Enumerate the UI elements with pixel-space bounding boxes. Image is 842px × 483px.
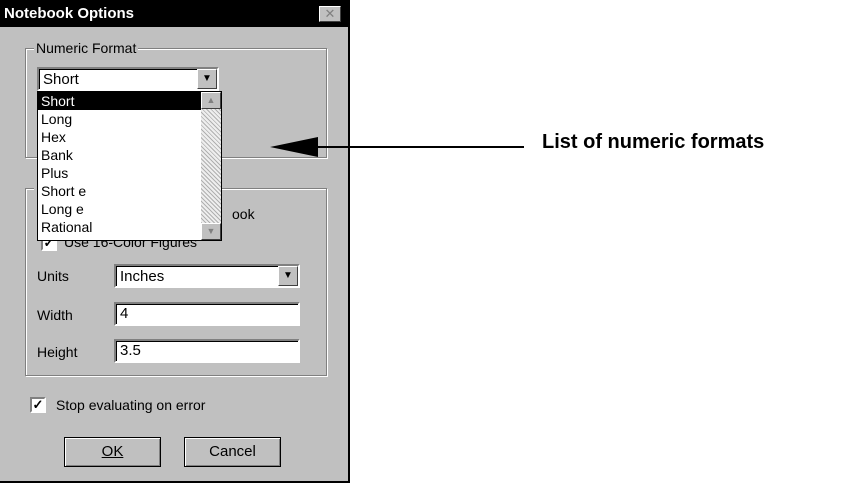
hidden-checkbox-label-fragment: ook	[232, 206, 255, 222]
close-icon[interactable]: ✕	[319, 6, 341, 22]
list-item[interactable]: Bank	[38, 146, 221, 164]
chevron-down-icon[interactable]: ▼	[278, 266, 298, 286]
stop-on-error-checkbox[interactable]: ✓	[30, 397, 46, 413]
numeric-format-combo[interactable]: Short ▼	[37, 67, 219, 91]
list-item[interactable]: Rational	[38, 218, 221, 236]
scroll-down-icon[interactable]: ▼	[201, 223, 221, 240]
units-combo[interactable]: Inches ▼	[114, 264, 300, 288]
list-item[interactable]: Short	[38, 92, 221, 110]
units-value: Inches	[120, 268, 165, 285]
width-label: Width	[37, 307, 73, 323]
notebook-options-dialog: Notebook Options ✕ Numeric Format Short …	[0, 0, 350, 483]
list-item[interactable]: Hex	[38, 128, 221, 146]
list-item[interactable]: Long e	[38, 200, 221, 218]
title-bar[interactable]: Notebook Options ✕	[0, 0, 348, 27]
width-field[interactable]: 4	[114, 302, 300, 326]
arrow-left-icon	[270, 137, 318, 157]
callout-text: List of numeric formats	[542, 131, 765, 153]
list-item[interactable]: Short e	[38, 182, 221, 200]
ok-button[interactable]: OK	[64, 437, 161, 467]
list-scrollbar[interactable]: ▲ ▼	[201, 92, 221, 240]
callout-line	[315, 146, 524, 148]
stop-on-error-label: Stop evaluating on error	[56, 397, 206, 413]
cancel-button[interactable]: Cancel	[184, 437, 281, 467]
numeric-format-group-label: Numeric Format	[34, 40, 139, 56]
numeric-format-value: Short	[43, 71, 79, 88]
list-item[interactable]: Long	[38, 110, 221, 128]
height-field[interactable]: 3.5	[114, 339, 300, 363]
scroll-up-icon[interactable]: ▲	[201, 92, 221, 109]
cancel-button-label: Cancel	[209, 443, 256, 460]
units-label: Units	[37, 268, 69, 284]
list-item[interactable]: Plus	[38, 164, 221, 182]
height-label: Height	[37, 344, 78, 360]
dialog-title: Notebook Options	[4, 5, 134, 22]
chevron-down-icon[interactable]: ▼	[197, 69, 217, 89]
ok-button-label: OK	[101, 443, 124, 460]
numeric-format-dropdown-list[interactable]: Short Long Hex Bank Plus Short e Long e …	[37, 91, 222, 241]
